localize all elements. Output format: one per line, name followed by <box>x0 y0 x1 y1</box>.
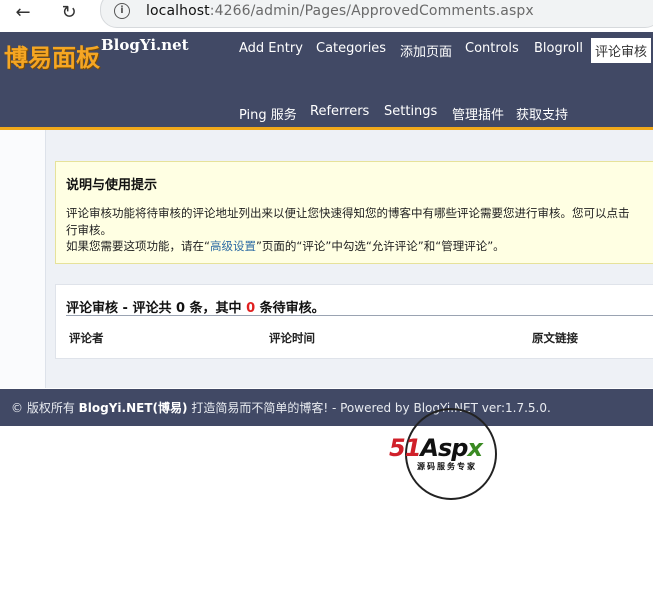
footer: © 版权所有 BlogYi.NET(博易) 打造简易而不简单的博客! - Pow… <box>0 389 653 426</box>
pending-count: 0 <box>246 301 256 316</box>
advanced-settings-link[interactable]: 高级设置 <box>210 239 256 253</box>
notice-title: 说明与使用提示 <box>66 178 158 193</box>
menu-add-entry[interactable]: Add Entry <box>239 41 303 56</box>
url-path: :4266/admin/Pages/ApprovedComments.aspx <box>209 3 534 19</box>
footer-brand: BlogYi.NET(博易) <box>78 401 188 415</box>
column-original-link: 原文链接 <box>532 331 578 345</box>
back-arrow-icon[interactable]: ← <box>12 2 34 24</box>
footer-slogan: 打造简易而不简单的博客! <box>187 401 329 415</box>
url-text[interactable]: localhost:4266/admin/Pages/ApprovedComme… <box>146 3 534 19</box>
reload-icon[interactable]: ↻ <box>58 2 80 24</box>
logo-chinese: 博易面板 <box>4 43 100 72</box>
watermark-text: 51Aspx <box>389 434 483 462</box>
site-info-icon[interactable]: i <box>114 3 130 19</box>
menu-settings[interactable]: Settings <box>384 104 437 119</box>
notice-line-2: 行审核。 <box>66 223 112 237</box>
left-sidebar-strip <box>0 130 46 388</box>
title-divider <box>66 315 653 316</box>
comments-title-post: 条待审核。 <box>255 301 325 316</box>
menu-add-page[interactable]: 添加页面 <box>400 41 452 60</box>
notice-line-3-post: ”页面的“评论”中勾选“允许评论”和“管理评论”。 <box>255 239 505 253</box>
notice-line-1: 评论审核功能将待审核的评论地址列出来以便让您快速得知您的博客中有哪些评论需要您进… <box>66 206 630 220</box>
menu-manage-plugins[interactable]: 管理插件 <box>452 104 504 123</box>
watermark-subtitle: 源码服务专家 <box>417 462 477 471</box>
menu-referrers[interactable]: Referrers <box>310 104 369 119</box>
comments-title: 评论审核 - 评论共 0 条，其中 0 条待审核。 <box>66 297 325 316</box>
watermark-text-red: 51 <box>389 434 421 462</box>
comments-panel: 评论审核 - 评论共 0 条，其中 0 条待审核。 评论者 评论时间 原文链接 <box>55 284 653 359</box>
column-comment-time: 评论时间 <box>269 331 315 345</box>
copyright-text: © 版权所有 <box>11 401 79 415</box>
menu-controls[interactable]: Controls <box>465 41 519 56</box>
menu-blogroll[interactable]: Blogroll <box>534 41 583 56</box>
watermark-text-green: x <box>467 434 483 462</box>
comments-title-pre: 评论审核 - 评论共 0 条，其中 <box>66 301 247 316</box>
logo-english: BlogYi.net <box>101 36 189 54</box>
menu-get-support[interactable]: 获取支持 <box>516 104 568 123</box>
notice-line-3-pre: 如果您需要这项功能，请在“ <box>66 239 210 253</box>
url-host: localhost <box>146 3 210 19</box>
column-commenter: 评论者 <box>69 331 104 345</box>
watermark-text-black: Asp <box>420 434 468 462</box>
browser-toolbar: ← ↻ i localhost:4266/admin/Pages/Approve… <box>0 0 653 28</box>
menu-ping-service[interactable]: Ping 服务 <box>239 104 297 123</box>
notice-line-3: 如果您需要这项功能，请在“高级设置”页面的“评论”中勾选“允许评论”和“管理评论… <box>66 238 505 254</box>
menu-comment-review-active[interactable]: 评论审核 <box>591 38 652 63</box>
menu-categories[interactable]: Categories <box>316 41 386 56</box>
watermark-logo: 51Aspx 源码服务专家 <box>387 408 513 500</box>
notice-panel: 说明与使用提示 评论审核功能将待审核的评论地址列出来以便让您快速得知您的博客中有… <box>55 161 653 264</box>
